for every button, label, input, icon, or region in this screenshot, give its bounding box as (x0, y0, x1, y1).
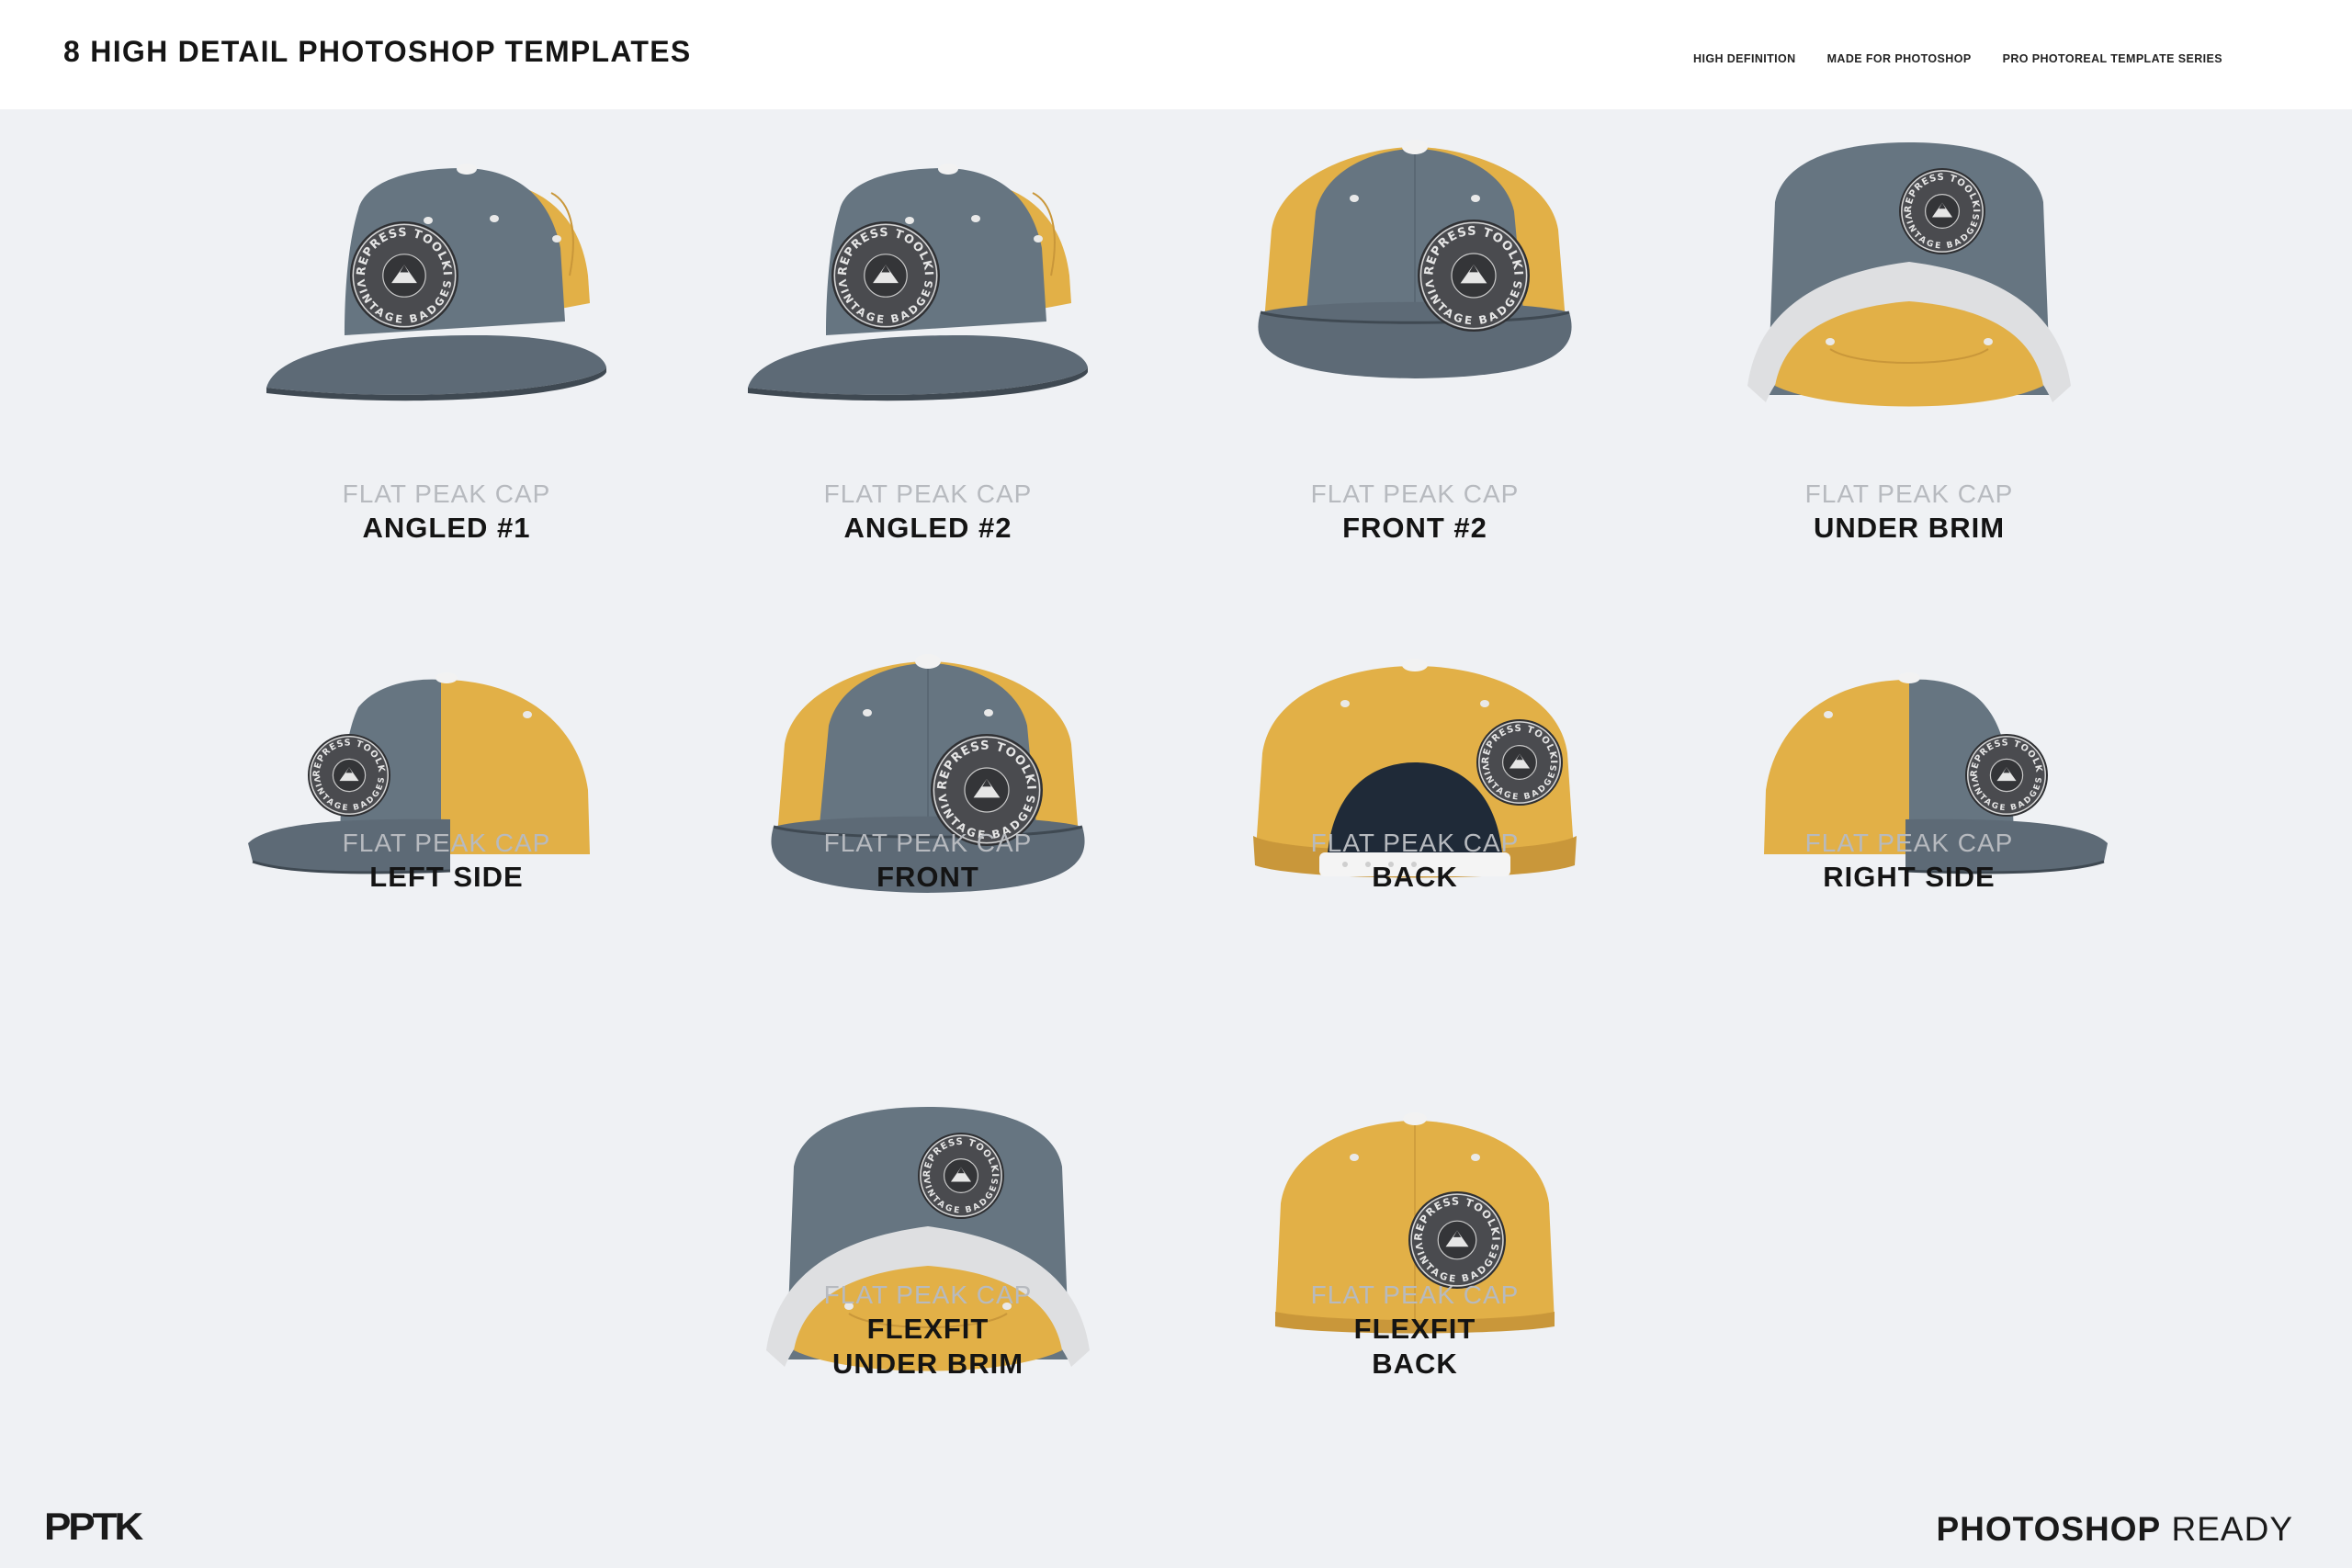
cap-view-label: FLEXFIT (866, 1313, 989, 1345)
photoshop-ready-label: PHOTOSHOP READY (1936, 1510, 2293, 1549)
eyelet-icon (1471, 195, 1480, 202)
eyelet-icon (1824, 711, 1833, 718)
cap-view-label-line2: UNDER BRIM (831, 1348, 1024, 1380)
cap-view-label: FRONT #2 (1342, 512, 1487, 544)
cap-type-label: FLAT PEAK CAP (823, 829, 1033, 857)
photoshop-ready-bold: PHOTOSHOP (1936, 1510, 2162, 1548)
photoshop-ready-light: READY (2171, 1510, 2293, 1548)
cap-illustration-angled: PREPRESS TOOLKIT VINTAGE BADGES (725, 128, 1088, 401)
cap-view-label: RIGHT SIDE (1823, 861, 1996, 893)
eyelet-icon (1340, 700, 1350, 707)
eyelet-icon (424, 217, 433, 224)
cap-type-label: FLAT PEAK CAP (823, 1280, 1033, 1309)
eyelet-icon (863, 709, 872, 716)
cap-type-label: FLAT PEAK CAP (823, 479, 1033, 508)
cap-view-label: ANGLED #1 (362, 512, 531, 544)
cap-view-label: FRONT (876, 861, 979, 893)
eyelet-icon (905, 217, 914, 224)
eyelet-icon (1826, 338, 1835, 345)
cap-view-label: LEFT SIDE (369, 861, 524, 893)
cap-type-label: FLAT PEAK CAP (342, 479, 551, 508)
cap-illustration-front: PREPRESS TOOLKIT VINTAGE BADGES (1212, 128, 1572, 378)
eyelet-icon (1480, 700, 1489, 707)
eyelet-icon (552, 235, 561, 243)
eyelet-icon (1350, 195, 1359, 202)
cap-illustration-under: PREPRESS TOOLKIT VINTAGE BADGES (1707, 130, 2071, 407)
eyelet-icon (984, 709, 993, 716)
eyelet-icon (490, 215, 499, 222)
cap-illustration-angled: PREPRESS TOOLKIT VINTAGE BADGES (243, 128, 606, 401)
eyelet-icon (1350, 1154, 1359, 1161)
cap-view-label-line2: BACK (1372, 1348, 1458, 1380)
eyelet-icon (1034, 235, 1043, 243)
eyelet-icon (971, 215, 980, 222)
cap-view-label: BACK (1372, 861, 1458, 893)
cap-type-label: FLAT PEAK CAP (1310, 829, 1520, 857)
cap-view-label: ANGLED #2 (843, 512, 1012, 544)
eyelet-icon (523, 711, 532, 718)
cap-type-label: FLAT PEAK CAP (342, 829, 551, 857)
cap-view-label: UNDER BRIM (1813, 512, 2006, 544)
cap-view-label: FLEXFIT (1353, 1313, 1476, 1345)
cap-grid: PREPRESS TOOLKIT VINTAGE BADGES FLAT PEA… (0, 0, 2352, 1568)
eyelet-icon (1471, 1154, 1480, 1161)
pptk-logo: PPTK (44, 1505, 143, 1548)
eyelet-icon (1984, 338, 1993, 345)
cap-type-label: FLAT PEAK CAP (1310, 479, 1520, 508)
cap-type-label: FLAT PEAK CAP (1804, 829, 2014, 857)
cap-type-label: FLAT PEAK CAP (1310, 1280, 1520, 1309)
cap-type-label: FLAT PEAK CAP (1804, 479, 2014, 508)
